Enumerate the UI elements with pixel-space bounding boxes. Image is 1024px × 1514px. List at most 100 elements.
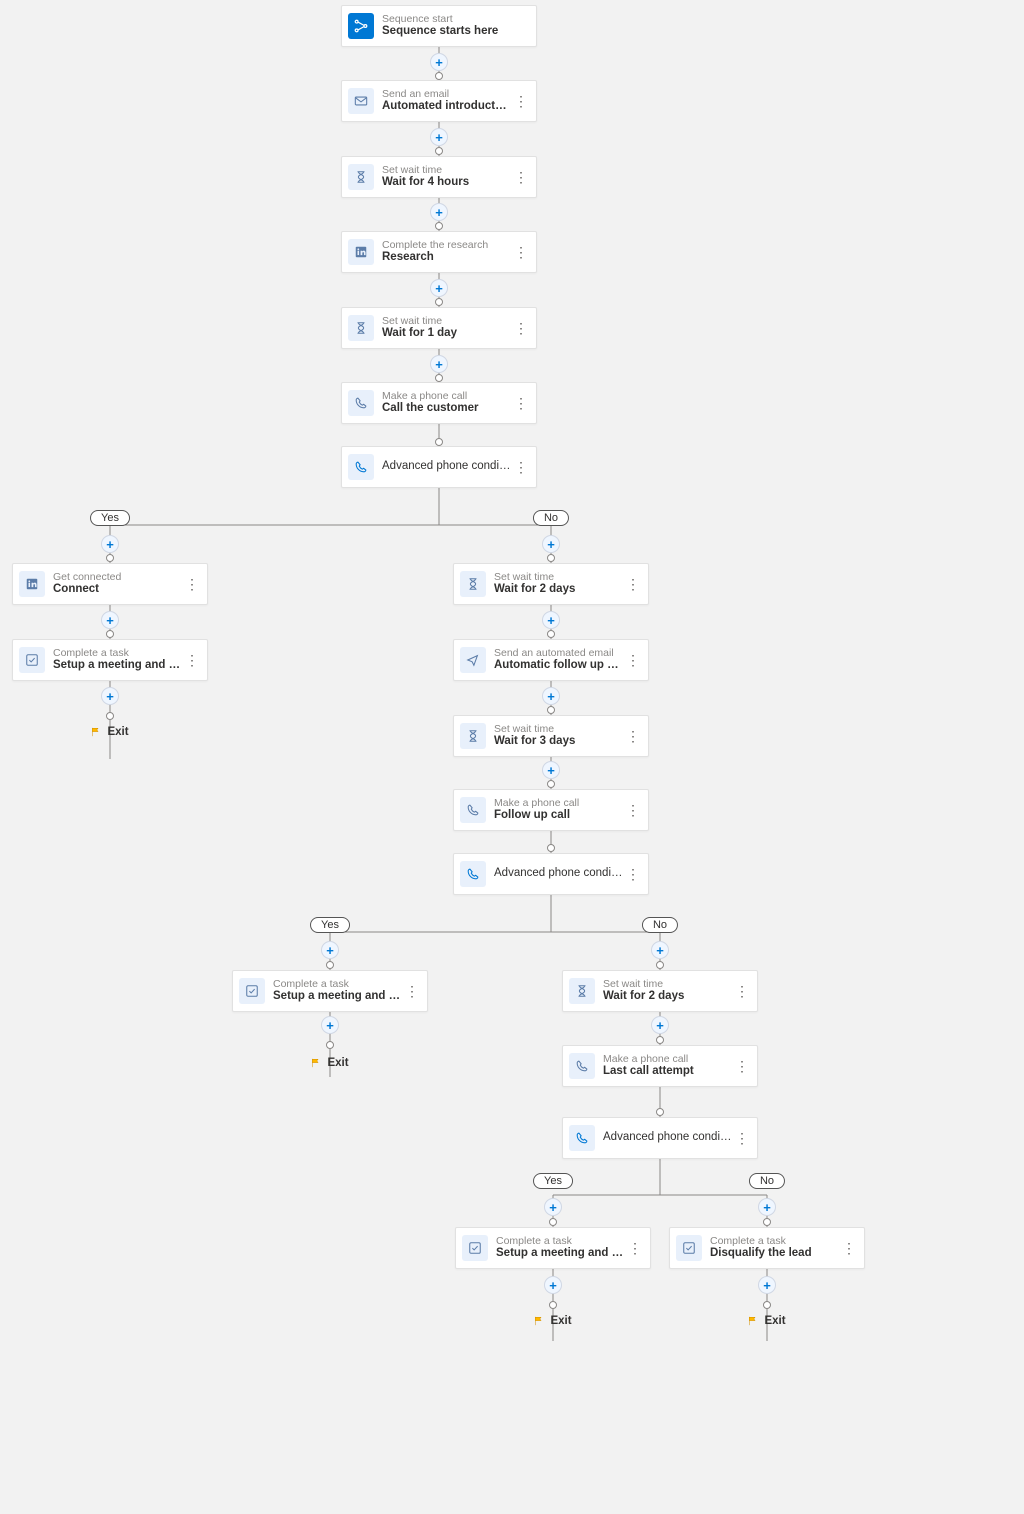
node-condition[interactable]: Advanced phone condition ⋮ <box>341 446 537 488</box>
node-more-icon[interactable]: ⋮ <box>624 867 642 881</box>
node-send-email[interactable]: Send an email Automated introductory ema… <box>341 80 537 122</box>
node-subtitle: Complete a task <box>53 647 183 660</box>
node-wait[interactable]: Set wait time Wait for 2 days ⋮ <box>562 970 758 1012</box>
connector-endpoint <box>435 438 443 446</box>
node-subtitle: Sequence start <box>382 13 530 26</box>
node-more-icon[interactable]: ⋮ <box>624 577 642 591</box>
phone-condition-icon <box>569 1125 595 1151</box>
add-step-button[interactable]: + <box>651 1016 669 1034</box>
node-wait[interactable]: Set wait time Wait for 1 day ⋮ <box>341 307 537 349</box>
add-step-button[interactable]: + <box>430 128 448 146</box>
connector-endpoint <box>547 554 555 562</box>
hourglass-icon <box>460 723 486 749</box>
node-linkedin-connect[interactable]: Get connected Connect ⋮ <box>12 563 208 605</box>
add-step-button[interactable]: + <box>101 535 119 553</box>
node-title: Connect <box>53 583 183 597</box>
linkedin-icon <box>19 571 45 597</box>
node-more-icon[interactable]: ⋮ <box>183 577 201 591</box>
exit-marker: Exit <box>748 1315 785 1327</box>
phone-condition-icon <box>460 861 486 887</box>
node-subtitle: Set wait time <box>382 164 512 177</box>
add-step-button[interactable]: + <box>101 687 119 705</box>
node-sequence-start[interactable]: Sequence start Sequence starts here <box>341 5 537 47</box>
node-automated-email[interactable]: Send an automated email Automatic follow… <box>453 639 649 681</box>
branch-label-no: No <box>533 510 569 526</box>
node-wait[interactable]: Set wait time Wait for 2 days ⋮ <box>453 563 649 605</box>
add-step-button[interactable]: + <box>430 355 448 373</box>
node-title: Automatic follow up email <box>494 659 624 673</box>
connector-endpoint <box>106 554 114 562</box>
node-more-icon[interactable]: ⋮ <box>403 984 421 998</box>
flag-icon <box>534 1316 544 1326</box>
node-subtitle: Get connected <box>53 571 183 584</box>
hourglass-icon <box>460 571 486 597</box>
node-more-icon[interactable]: ⋮ <box>624 729 642 743</box>
node-more-icon[interactable]: ⋮ <box>183 653 201 667</box>
node-more-icon[interactable]: ⋮ <box>512 245 530 259</box>
add-step-button[interactable]: + <box>321 1016 339 1034</box>
node-more-icon[interactable]: ⋮ <box>512 396 530 410</box>
connector-endpoint <box>326 1041 334 1049</box>
add-step-button[interactable]: + <box>321 941 339 959</box>
task-check-icon <box>462 1235 488 1261</box>
add-step-button[interactable]: + <box>430 53 448 71</box>
node-more-icon[interactable]: ⋮ <box>624 653 642 667</box>
add-step-button[interactable]: + <box>542 687 560 705</box>
node-complete-task[interactable]: Complete a task Setup a meeting and move… <box>232 970 428 1012</box>
node-phone-call[interactable]: Make a phone call Last call attempt ⋮ <box>562 1045 758 1087</box>
task-check-icon <box>19 647 45 673</box>
node-more-icon[interactable]: ⋮ <box>626 1241 644 1255</box>
branch-label-yes: Yes <box>310 917 350 933</box>
connector-endpoint <box>547 780 555 788</box>
add-step-button[interactable]: + <box>542 611 560 629</box>
node-research[interactable]: Complete the research Research ⋮ <box>341 231 537 273</box>
node-phone-call[interactable]: Make a phone call Follow up call ⋮ <box>453 789 649 831</box>
node-phone-call[interactable]: Make a phone call Call the customer ⋮ <box>341 382 537 424</box>
add-step-button[interactable]: + <box>430 279 448 297</box>
node-subtitle: Send an email <box>382 88 512 101</box>
node-complete-task[interactable]: Complete a task Setup a meeting and move… <box>455 1227 651 1269</box>
node-more-icon[interactable]: ⋮ <box>840 1241 858 1255</box>
add-step-button[interactable]: + <box>430 203 448 221</box>
connector-endpoint <box>549 1301 557 1309</box>
add-step-button[interactable]: + <box>542 535 560 553</box>
node-wait[interactable]: Set wait time Wait for 3 days ⋮ <box>453 715 649 757</box>
node-title: Automated introductory email <box>382 100 512 114</box>
connector-endpoint <box>656 961 664 969</box>
connector-wires <box>0 0 1024 1514</box>
node-wait[interactable]: Set wait time Wait for 4 hours ⋮ <box>341 156 537 198</box>
node-subtitle: Complete a task <box>710 1235 840 1248</box>
add-step-button[interactable]: + <box>544 1198 562 1216</box>
exit-marker: Exit <box>311 1057 348 1069</box>
connector-endpoint <box>763 1301 771 1309</box>
node-condition[interactable]: Advanced phone condition ⋮ <box>562 1117 758 1159</box>
add-step-button[interactable]: + <box>101 611 119 629</box>
add-step-button[interactable]: + <box>758 1276 776 1294</box>
add-step-button[interactable]: + <box>542 761 560 779</box>
connector-endpoint <box>435 72 443 80</box>
connector-endpoint <box>547 630 555 638</box>
branch-label-no: No <box>642 917 678 933</box>
node-condition[interactable]: Advanced phone condition ⋮ <box>453 853 649 895</box>
node-title: Last call attempt <box>603 1065 733 1079</box>
node-more-icon[interactable]: ⋮ <box>512 170 530 184</box>
exit-marker: Exit <box>91 726 128 738</box>
node-more-icon[interactable]: ⋮ <box>512 460 530 474</box>
node-more-icon[interactable]: ⋮ <box>733 1059 751 1073</box>
node-more-icon[interactable]: ⋮ <box>512 94 530 108</box>
flag-icon <box>91 727 101 737</box>
node-complete-task[interactable]: Complete a task Disqualify the lead ⋮ <box>669 1227 865 1269</box>
node-complete-task[interactable]: Complete a task Setup a meeting and move… <box>12 639 208 681</box>
connector-endpoint <box>656 1108 664 1116</box>
exit-marker: Exit <box>534 1315 571 1327</box>
node-more-icon[interactable]: ⋮ <box>624 803 642 817</box>
add-step-button[interactable]: + <box>651 941 669 959</box>
linkedin-icon <box>348 239 374 265</box>
connector-endpoint <box>106 712 114 720</box>
add-step-button[interactable]: + <box>544 1276 562 1294</box>
node-more-icon[interactable]: ⋮ <box>733 984 751 998</box>
node-more-icon[interactable]: ⋮ <box>512 321 530 335</box>
add-step-button[interactable]: + <box>758 1198 776 1216</box>
branch-label-no: No <box>749 1173 785 1189</box>
node-more-icon[interactable]: ⋮ <box>733 1131 751 1145</box>
